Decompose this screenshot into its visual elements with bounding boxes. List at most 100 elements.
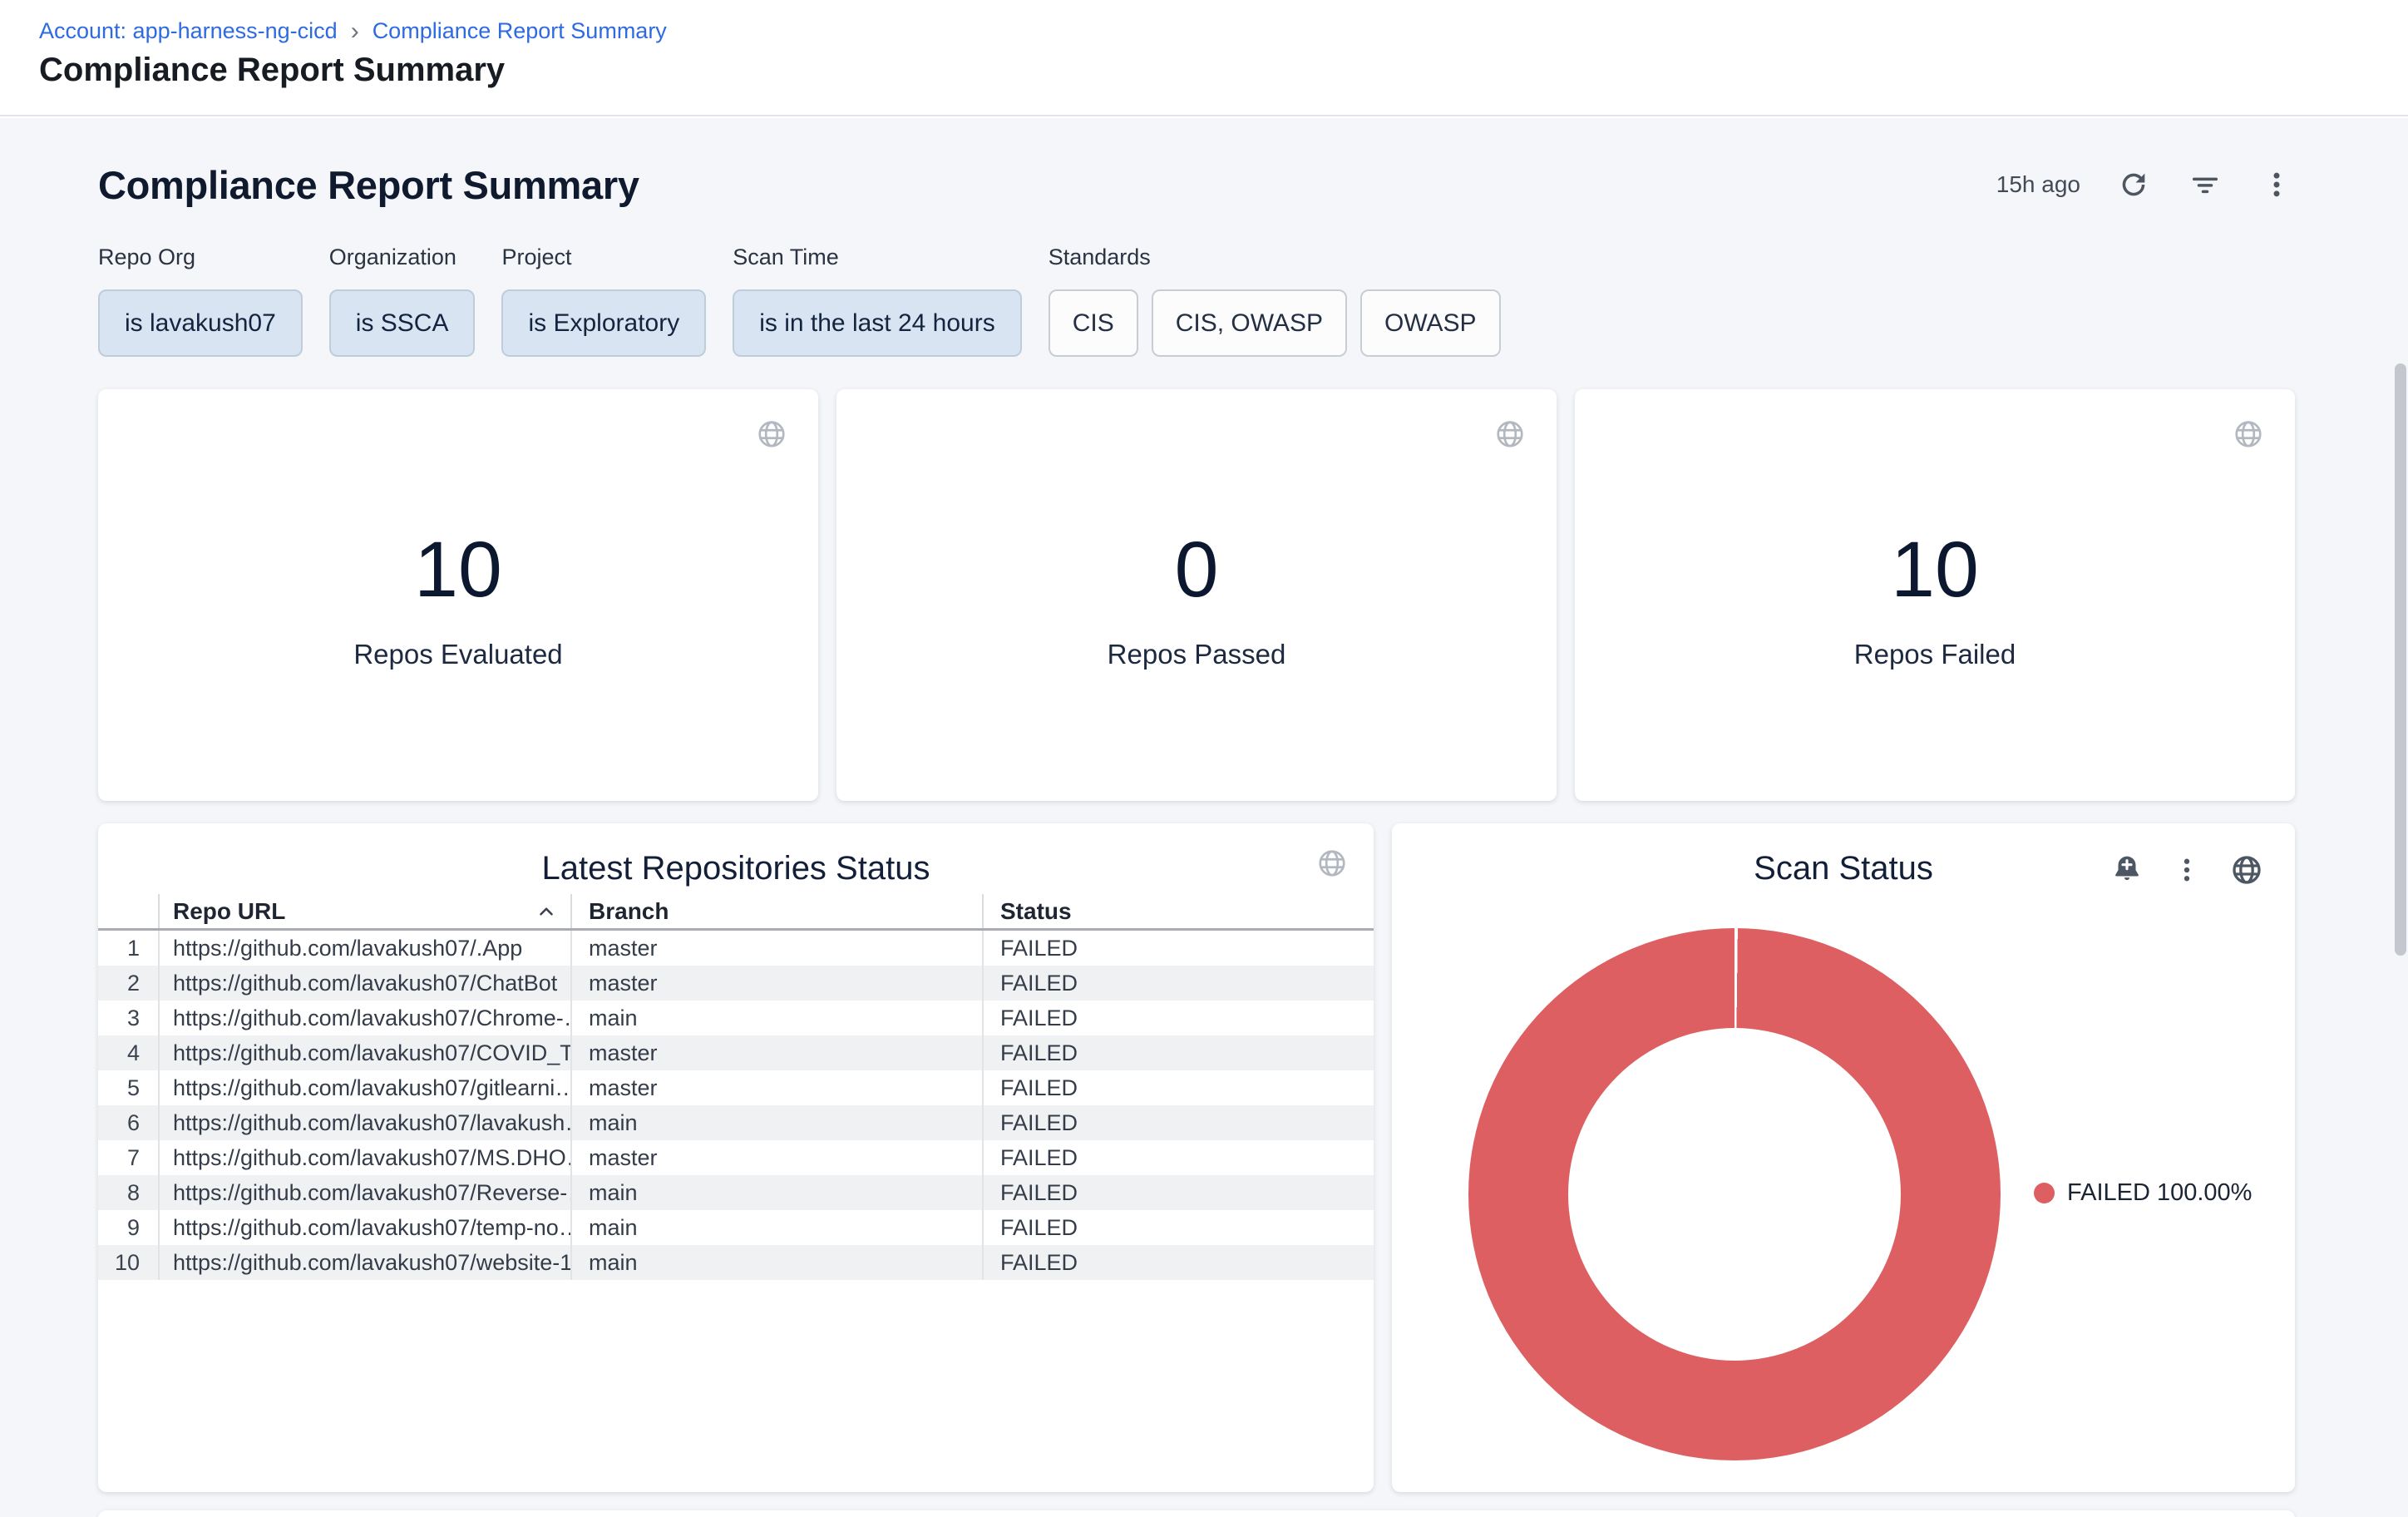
cell-num: 9 bbox=[98, 1210, 158, 1245]
globe-icon[interactable] bbox=[753, 416, 790, 452]
column-header-status[interactable]: Status bbox=[982, 894, 1374, 928]
stat-card-repos-failed: 10 Repos Failed bbox=[1575, 389, 2295, 801]
bell-plus-icon bbox=[2110, 853, 2144, 887]
cell-num: 4 bbox=[98, 1035, 158, 1070]
filter-label: Scan Time bbox=[733, 245, 1022, 270]
table-row: 7https://github.com/lavakush07/MS.DHO…ma… bbox=[98, 1140, 1374, 1175]
next-panel-partial bbox=[98, 1510, 2295, 1517]
filter-button[interactable] bbox=[2187, 166, 2223, 203]
column-header-label: Status bbox=[1000, 898, 1072, 925]
table-row: 4https://github.com/lavakush07/COVID_T…m… bbox=[98, 1035, 1374, 1070]
cell-url: https://github.com/lavakush07/Chrome-… bbox=[158, 1001, 570, 1035]
cell-branch: main bbox=[570, 1245, 982, 1280]
page-scrollbar-thumb[interactable] bbox=[2395, 363, 2406, 956]
filter-chip-repo-org[interactable]: is lavakush07 bbox=[98, 289, 303, 357]
filter-label: Organization bbox=[329, 245, 476, 270]
globe-icon[interactable] bbox=[2228, 852, 2265, 888]
globe-icon[interactable] bbox=[1314, 845, 1350, 882]
cell-status: FAILED bbox=[982, 1105, 1374, 1140]
cell-status: FAILED bbox=[982, 1245, 1374, 1280]
cell-url: https://github.com/lavakush07/ChatBot bbox=[158, 966, 570, 1001]
filter-chip-standard-owasp[interactable]: OWASP bbox=[1360, 289, 1501, 357]
stat-value: 10 bbox=[98, 531, 818, 610]
cell-status: FAILED bbox=[982, 1210, 1374, 1245]
filter-standards: Standards CIS CIS, OWASP OWASP bbox=[1049, 245, 1501, 357]
kebab-menu-icon bbox=[2260, 168, 2293, 201]
stat-card-repos-evaluated: 10 Repos Evaluated bbox=[98, 389, 818, 801]
tile-more-menu-button[interactable] bbox=[2169, 852, 2205, 888]
breadcrumb-current-link[interactable]: Compliance Report Summary bbox=[373, 18, 667, 44]
alert-bell-button[interactable] bbox=[2109, 852, 2145, 888]
cell-num: 1 bbox=[98, 931, 158, 966]
stat-label: Repos Failed bbox=[1575, 639, 2295, 670]
cell-branch: main bbox=[570, 1210, 982, 1245]
table-title: Latest Repositories Status bbox=[98, 823, 1374, 887]
filter-label: Project bbox=[501, 245, 706, 270]
cell-num: 6 bbox=[98, 1105, 158, 1140]
column-header-label: Repo URL bbox=[173, 898, 285, 925]
filter-icon bbox=[2188, 168, 2222, 201]
filter-scan-time: Scan Time is in the last 24 hours bbox=[733, 245, 1022, 357]
column-header-repo-url[interactable]: Repo URL bbox=[158, 894, 570, 928]
kebab-menu-icon bbox=[2171, 854, 2203, 886]
cell-num: 8 bbox=[98, 1175, 158, 1210]
cell-url: https://github.com/lavakush07/temp-no… bbox=[158, 1210, 570, 1245]
globe-icon[interactable] bbox=[1492, 416, 1528, 452]
cell-status: FAILED bbox=[982, 966, 1374, 1001]
legend-item-failed[interactable]: FAILED 100.00% bbox=[2034, 1179, 2252, 1207]
filter-project: Project is Exploratory bbox=[501, 245, 706, 357]
table-row: 1https://github.com/lavakush07/.Appmaste… bbox=[98, 931, 1374, 966]
stat-cards: 10 Repos Evaluated 0 Repos Passed bbox=[98, 389, 2295, 801]
page-title: Compliance Report Summary bbox=[39, 52, 505, 89]
last-updated-label: 15h ago bbox=[1996, 171, 2080, 198]
stat-label: Repos Evaluated bbox=[98, 639, 818, 670]
breadcrumb-separator-icon: › bbox=[351, 20, 359, 42]
cell-status: FAILED bbox=[982, 1175, 1374, 1210]
cell-num: 3 bbox=[98, 1001, 158, 1035]
stat-value: 10 bbox=[1575, 531, 2295, 610]
column-header-label: Branch bbox=[589, 898, 669, 925]
table-row: 3https://github.com/lavakush07/Chrome-…m… bbox=[98, 1001, 1374, 1035]
table-row: 9https://github.com/lavakush07/temp-no…m… bbox=[98, 1210, 1374, 1245]
filter-chip-standard-cis-owasp[interactable]: CIS, OWASP bbox=[1152, 289, 1347, 357]
cell-status: FAILED bbox=[982, 1001, 1374, 1035]
filter-organization: Organization is SSCA bbox=[329, 245, 476, 357]
filter-chip-scan-time[interactable]: is in the last 24 hours bbox=[733, 289, 1022, 357]
table-row: 2https://github.com/lavakush07/ChatBotma… bbox=[98, 966, 1374, 1001]
cell-status: FAILED bbox=[982, 1070, 1374, 1105]
cell-url: https://github.com/lavakush07/MS.DHO… bbox=[158, 1140, 570, 1175]
dashboard-header: Compliance Report Summary 15h ago bbox=[98, 160, 2295, 210]
cell-branch: main bbox=[570, 1105, 982, 1140]
cell-branch: main bbox=[570, 1001, 982, 1035]
table-row: 5https://github.com/lavakush07/gitlearni… bbox=[98, 1070, 1374, 1105]
cell-num: 7 bbox=[98, 1140, 158, 1175]
breadcrumb-account-link[interactable]: Account: app-harness-ng-cicd bbox=[39, 18, 338, 44]
cell-url: https://github.com/lavakush07/Reverse-… bbox=[158, 1175, 570, 1210]
table-row: 8https://github.com/lavakush07/Reverse-…… bbox=[98, 1175, 1374, 1210]
filter-chip-project[interactable]: is Exploratory bbox=[501, 289, 706, 357]
cell-branch: master bbox=[570, 931, 982, 966]
refresh-button[interactable] bbox=[2115, 166, 2152, 203]
filter-label: Repo Org bbox=[98, 245, 303, 270]
filter-chip-organization[interactable]: is SSCA bbox=[329, 289, 476, 357]
stat-value: 0 bbox=[836, 531, 1557, 610]
table-header-row: Repo URL Branch Status bbox=[98, 894, 1374, 931]
globe-icon[interactable] bbox=[2230, 416, 2267, 452]
scan-status-donut-chart[interactable] bbox=[1468, 928, 2001, 1460]
filter-bar: Repo Org is lavakush07 Organization is S… bbox=[98, 245, 2295, 357]
breadcrumb: Account: app-harness-ng-cicd › Complianc… bbox=[39, 18, 667, 44]
refresh-icon bbox=[2117, 168, 2150, 201]
top-bar: Account: app-harness-ng-cicd › Complianc… bbox=[0, 0, 2408, 116]
cell-branch: master bbox=[570, 1035, 982, 1070]
column-header-branch[interactable]: Branch bbox=[570, 894, 982, 928]
row-number-header bbox=[98, 894, 158, 928]
cell-url: https://github.com/lavakush07/gitlearni… bbox=[158, 1070, 570, 1105]
cell-branch: master bbox=[570, 1140, 982, 1175]
cell-status: FAILED bbox=[982, 1140, 1374, 1175]
cell-url: https://github.com/lavakush07/lavakush… bbox=[158, 1105, 570, 1140]
stat-label: Repos Passed bbox=[836, 639, 1557, 670]
dashboard-more-menu-button[interactable] bbox=[2258, 166, 2295, 203]
filter-chip-standard-cis[interactable]: CIS bbox=[1049, 289, 1138, 357]
filter-label: Standards bbox=[1049, 245, 1501, 270]
cell-branch: main bbox=[570, 1175, 982, 1210]
